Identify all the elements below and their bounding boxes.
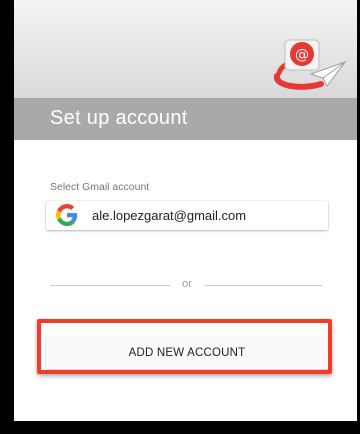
add-new-account-button[interactable]: ADD NEW ACCOUNT xyxy=(46,337,328,369)
email-app-logo-icon: @ xyxy=(274,39,347,90)
select-account-label: Select Gmail account xyxy=(50,181,150,193)
account-email: ale.lopezgarat@gmail.com xyxy=(92,208,247,223)
svg-text:@: @ xyxy=(295,47,309,63)
divider-line-left xyxy=(50,285,170,286)
page-title: Set up account xyxy=(50,107,188,129)
google-g-icon xyxy=(56,204,78,226)
header-banner: @ xyxy=(14,0,357,98)
divider-line-right xyxy=(204,285,322,286)
divider-or-text: or xyxy=(182,278,192,290)
gmail-account-option[interactable]: ale.lopezgarat@gmail.com xyxy=(46,201,328,230)
setup-account-screen: @ Set up account Select Gmail account al… xyxy=(14,0,357,421)
title-bar: Set up account xyxy=(14,98,357,140)
